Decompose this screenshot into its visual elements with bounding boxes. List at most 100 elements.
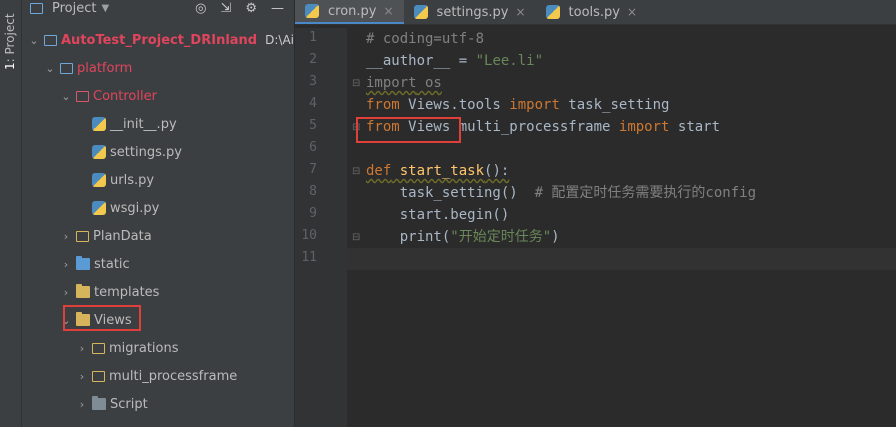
code-line-1: # coding=utf-8 [366, 31, 485, 47]
code-line-9: start.begin() [366, 207, 510, 223]
folder-icon [76, 230, 89, 242]
python-file-icon [545, 5, 560, 19]
line-number: 6 [309, 140, 317, 155]
line-number: 11 [301, 250, 317, 265]
tree-item-templates[interactable]: › templates [60, 279, 159, 305]
tab-tools[interactable]: tools.py × [536, 0, 648, 24]
tree-item-controller[interactable]: ⌄ Controller [60, 83, 157, 109]
import-highlight-box [356, 117, 461, 143]
chevron-down-icon[interactable]: ⌄ [44, 62, 56, 75]
target-icon[interactable]: ◎ [195, 1, 206, 16]
tree-item-label: Controller [93, 88, 157, 104]
line-number: 3 [309, 74, 317, 89]
folder-icon [92, 342, 105, 354]
tree-item-label: urls.py [110, 172, 155, 188]
tree-item-wsgi[interactable]: wsgi.py [92, 195, 159, 221]
project-view-selector[interactable]: Project ▼ [30, 1, 109, 16]
tree-item-init[interactable]: __init__.py [92, 111, 177, 137]
chevron-right-icon[interactable]: › [76, 370, 88, 383]
tree-item-label: PlanData [93, 228, 152, 244]
tree-item-label: platform [77, 60, 133, 76]
python-file-icon [92, 145, 106, 159]
fold-marker-icon[interactable]: ⊟ [352, 232, 360, 243]
tree-item-label: __init__.py [110, 116, 177, 132]
project-tool-button[interactable]: 1: Project [3, 13, 17, 70]
tree-item-script[interactable]: › Script [76, 391, 148, 417]
line-number: 10 [301, 228, 317, 243]
python-file-icon [305, 4, 319, 18]
code-line-2: __author__ = "Lee.li" [366, 53, 544, 69]
chevron-down-icon[interactable]: ⌄ [28, 34, 40, 47]
tree-item-label: static [94, 256, 130, 272]
chevron-right-icon[interactable]: › [60, 286, 72, 299]
tab-label: cron.py [328, 3, 377, 19]
line-number: 2 [309, 52, 317, 67]
fold-marker-icon[interactable]: ⊟ [352, 78, 360, 89]
line-number: 1 [309, 30, 317, 45]
tree-item-multi-processframe[interactable]: › multi_processframe [76, 363, 237, 389]
package-folder-icon [76, 90, 89, 102]
tree-item-plandata[interactable]: › PlanData [60, 223, 152, 249]
folder-icon [76, 284, 90, 298]
code-line-3: import os [366, 75, 442, 91]
tree-item-path: D:\AirtestID [265, 33, 294, 47]
code-line-7: def start_task(): [366, 163, 510, 179]
code-line-8: task_setting() # 配置定时任务需要执行的config [366, 185, 757, 201]
folder-icon [92, 370, 105, 382]
tree-item-root[interactable]: ⌄ AutoTest_Project_DRInland D:\AirtestID [28, 27, 294, 53]
tree-item-migrations[interactable]: › migrations [76, 335, 179, 361]
line-number-gutter: 1 2 3 4 5 6 7 8 9 10 11 [295, 28, 347, 427]
python-file-icon [92, 173, 106, 187]
tree-item-label: templates [94, 284, 160, 300]
tree-item-urls[interactable]: urls.py [92, 167, 154, 193]
python-file-icon [92, 201, 106, 215]
tree-item-settings[interactable]: settings.py [92, 139, 182, 165]
folder-icon [44, 34, 57, 46]
folder-icon [60, 62, 73, 74]
tool-window-strip: 1: Project [0, 0, 22, 427]
chevron-right-icon[interactable]: › [60, 258, 72, 271]
tab-label: tools.py [568, 4, 620, 20]
python-file-icon [92, 117, 106, 131]
code-line-4: from Views.tools import task_setting [366, 97, 670, 113]
collapse-icon[interactable]: ⇲ [220, 1, 231, 16]
project-folder-icon [30, 3, 43, 14]
chevron-right-icon[interactable]: › [76, 398, 88, 411]
project-panel: Project ▼ ◎ ⇲ ⚙ — ⌄ AutoTest_Project_DRI… [22, 0, 294, 427]
tree-item-platform[interactable]: ⌄ platform [44, 55, 132, 81]
line-number: 9 [309, 206, 317, 221]
tree-item-label: wsgi.py [110, 200, 160, 216]
code-editor: cron.py × settings.py × tools.py × 1 2 3… [295, 0, 896, 427]
project-title: Project [52, 1, 97, 16]
python-file-icon [413, 5, 428, 19]
tree-item-label: multi_processframe [109, 368, 238, 384]
tree-item-label: Script [110, 396, 148, 412]
resource-folder-icon [76, 256, 90, 270]
close-icon[interactable]: × [383, 4, 393, 18]
project-panel-header: Project ▼ ◎ ⇲ ⚙ — [22, 0, 294, 18]
code-line-10: print("开始定时任务") [366, 229, 560, 245]
gear-icon[interactable]: ⚙ [245, 1, 257, 16]
tab-settings[interactable]: settings.py × [404, 0, 536, 24]
tree-item-label: migrations [109, 340, 179, 356]
tree-item-label: AutoTest_Project_DRInland [61, 32, 258, 48]
views-highlight-box [63, 305, 141, 331]
fold-marker-icon[interactable]: ⊟ [352, 166, 360, 177]
line-number: 7 [309, 162, 317, 177]
line-number: 8 [309, 184, 317, 199]
project-panel-actions: ◎ ⇲ ⚙ — [195, 1, 284, 16]
tree-item-static[interactable]: › static [60, 251, 130, 277]
current-line-highlight [295, 248, 896, 270]
line-number: 4 [309, 96, 317, 111]
folder-icon [92, 396, 106, 410]
tab-label: settings.py [436, 4, 509, 20]
minimize-icon[interactable]: — [271, 1, 284, 16]
tab-cron[interactable]: cron.py × [295, 0, 404, 24]
close-icon[interactable]: × [627, 5, 637, 19]
chevron-down-icon: ▼ [101, 3, 110, 14]
chevron-down-icon[interactable]: ⌄ [60, 90, 72, 103]
chevron-right-icon[interactable]: › [60, 230, 72, 243]
close-icon[interactable]: × [515, 5, 525, 19]
chevron-right-icon[interactable]: › [76, 342, 88, 355]
tree-item-label: settings.py [110, 144, 182, 160]
